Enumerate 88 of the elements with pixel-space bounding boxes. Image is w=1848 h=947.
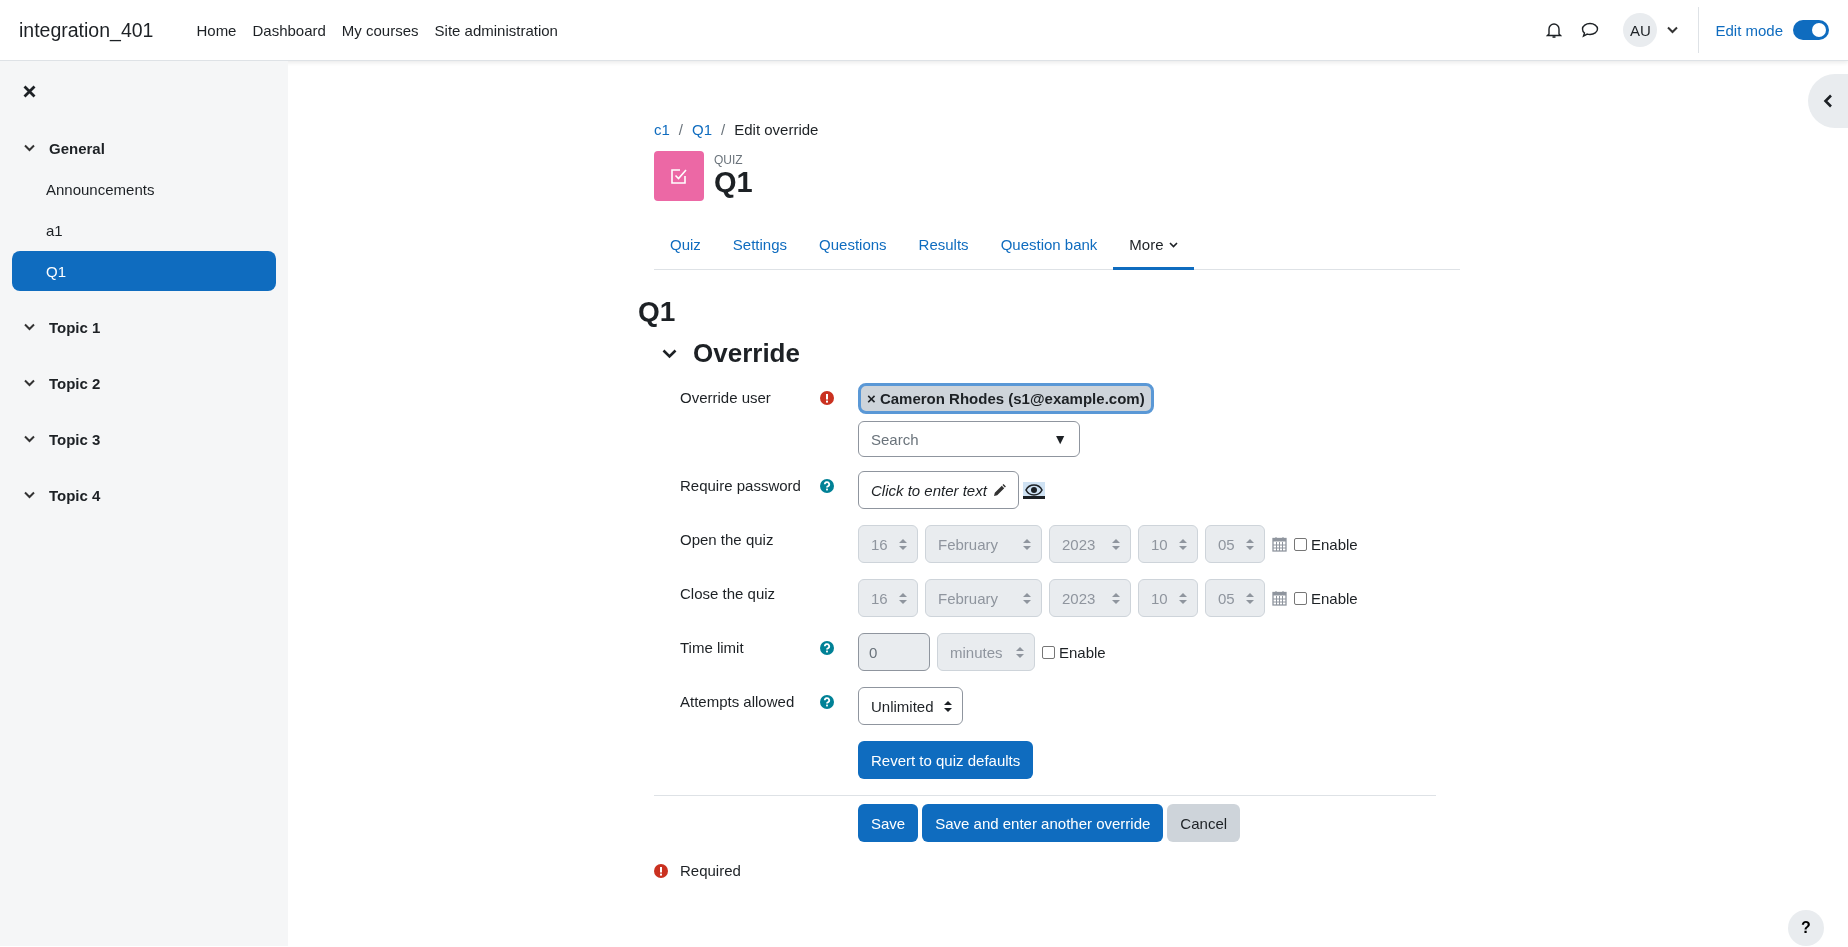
field-label: Attempts allowed (680, 693, 795, 710)
chevron-down-icon (24, 435, 35, 443)
sort-arrows-icon (1246, 592, 1254, 604)
nav-link[interactable]: My courses (333, 13, 427, 47)
sort-arrows-icon (899, 538, 907, 550)
save-button[interactable]: Save (858, 804, 919, 842)
course-index-item[interactable]: Q1 (12, 251, 276, 291)
sort-arrows-icon (899, 592, 907, 604)
calendar-icon[interactable] (1272, 536, 1287, 552)
breadcrumb-item[interactable]: c1 (654, 121, 670, 138)
section-toggle[interactable]: Topic 3 (12, 419, 276, 459)
section-toggle[interactable]: Topic 2 (12, 363, 276, 403)
chevron-down-icon (1667, 26, 1679, 34)
sort-arrows-icon (1112, 538, 1120, 550)
nav-tab[interactable]: Results (902, 224, 985, 270)
checkbox-label: Enable (1311, 589, 1358, 607)
course-index-item[interactable]: Announcements (12, 169, 276, 209)
nav-link[interactable]: Home (188, 13, 245, 47)
nav-tab[interactable]: More (1113, 224, 1194, 270)
nav-link[interactable]: Dashboard (244, 13, 334, 47)
help-button[interactable]: ? (1788, 910, 1824, 946)
chevron-left-icon (1823, 94, 1833, 108)
checkbox-label: Enable (1059, 643, 1106, 661)
drawer-toggle[interactable] (1808, 74, 1848, 128)
field-label: Time limit (680, 639, 744, 656)
breadcrumb-item: Edit override (734, 121, 819, 138)
enable-checkbox[interactable] (1294, 591, 1307, 605)
breadcrumb-separator: / (678, 121, 683, 138)
user-avatar[interactable]: AU (1623, 13, 1658, 47)
activity-title: Q1 (714, 167, 753, 199)
help-icon[interactable] (820, 479, 834, 493)
chat-bubble-icon[interactable] (1581, 22, 1600, 38)
sort-arrows-icon (1023, 538, 1031, 550)
selected-user-chip[interactable]: × Cameron Rhodes (s1@example.com) (858, 383, 1154, 414)
chevron-down-icon (24, 323, 35, 331)
chevron-down-icon (24, 379, 35, 387)
sort-arrows-icon (1112, 592, 1120, 604)
sort-arrows-icon (1023, 592, 1031, 604)
section-heading: Override (693, 338, 800, 369)
search-field[interactable]: Search ▼ (858, 421, 1080, 457)
section-collapse-toggle[interactable] (662, 348, 677, 359)
password-field[interactable]: Click to enter text (858, 471, 1019, 509)
enable-checkbox[interactable] (1294, 537, 1307, 551)
checkbox-label: Enable (1311, 535, 1358, 553)
save-button[interactable]: Save and enter another override (922, 804, 1164, 842)
close-icon[interactable] (23, 85, 36, 98)
site-name[interactable]: integration_401 (19, 18, 154, 42)
cancel-button[interactable]: Cancel (1167, 804, 1241, 842)
breadcrumb-item[interactable]: Q1 (692, 121, 713, 138)
page-heading: Q1 (638, 296, 677, 328)
attempts-select[interactable]: Unlimited (858, 687, 963, 725)
breadcrumb-separator: / (721, 121, 726, 138)
activity-type: QUIZ (714, 153, 744, 167)
field-label: Close the quiz (680, 585, 776, 602)
revert-button[interactable]: Revert to quiz defaults (858, 741, 1034, 779)
sort-arrows-icon (1246, 538, 1254, 550)
nav-tab[interactable]: Settings (716, 224, 804, 270)
edit-mode-label: Edit mode (1715, 21, 1783, 39)
course-index-item[interactable]: a1 (12, 210, 276, 250)
time-limit-field[interactable]: 0 (858, 633, 930, 671)
chevron-down-icon (24, 491, 35, 499)
help-icon[interactable] (820, 641, 834, 655)
exclamation-icon (654, 863, 668, 878)
pencil-icon (992, 483, 1006, 497)
nav-link[interactable]: Site administration (426, 13, 566, 47)
chevron-down-icon (24, 144, 35, 152)
bell-icon[interactable] (1546, 21, 1563, 39)
sort-arrows-icon (1179, 592, 1187, 604)
section-toggle[interactable]: Topic 4 (12, 475, 276, 515)
quiz-icon (654, 151, 704, 201)
help-icon[interactable] (820, 695, 834, 709)
nav-tab[interactable]: Questions (803, 224, 903, 270)
enable-checkbox[interactable] (1042, 645, 1055, 659)
nav-tab[interactable]: Question bank (984, 224, 1114, 270)
sort-arrows-icon (1179, 538, 1187, 550)
reveal-button[interactable] (1022, 481, 1045, 499)
nav-tab[interactable]: Quiz (654, 224, 717, 270)
field-label: Override user (680, 389, 771, 406)
sort-arrows-icon (1016, 646, 1024, 658)
calendar-icon[interactable] (1272, 590, 1287, 606)
edit-mode-toggle[interactable] (1793, 20, 1829, 40)
section-toggle[interactable]: Topic 1 (12, 307, 276, 347)
field-label: Open the quiz (680, 531, 774, 548)
caret-icon (1168, 241, 1178, 248)
required-note: Required (680, 862, 741, 879)
field-label: Require password (680, 477, 801, 494)
section-toggle[interactable]: General (12, 128, 276, 168)
sort-arrows-icon (944, 700, 952, 712)
